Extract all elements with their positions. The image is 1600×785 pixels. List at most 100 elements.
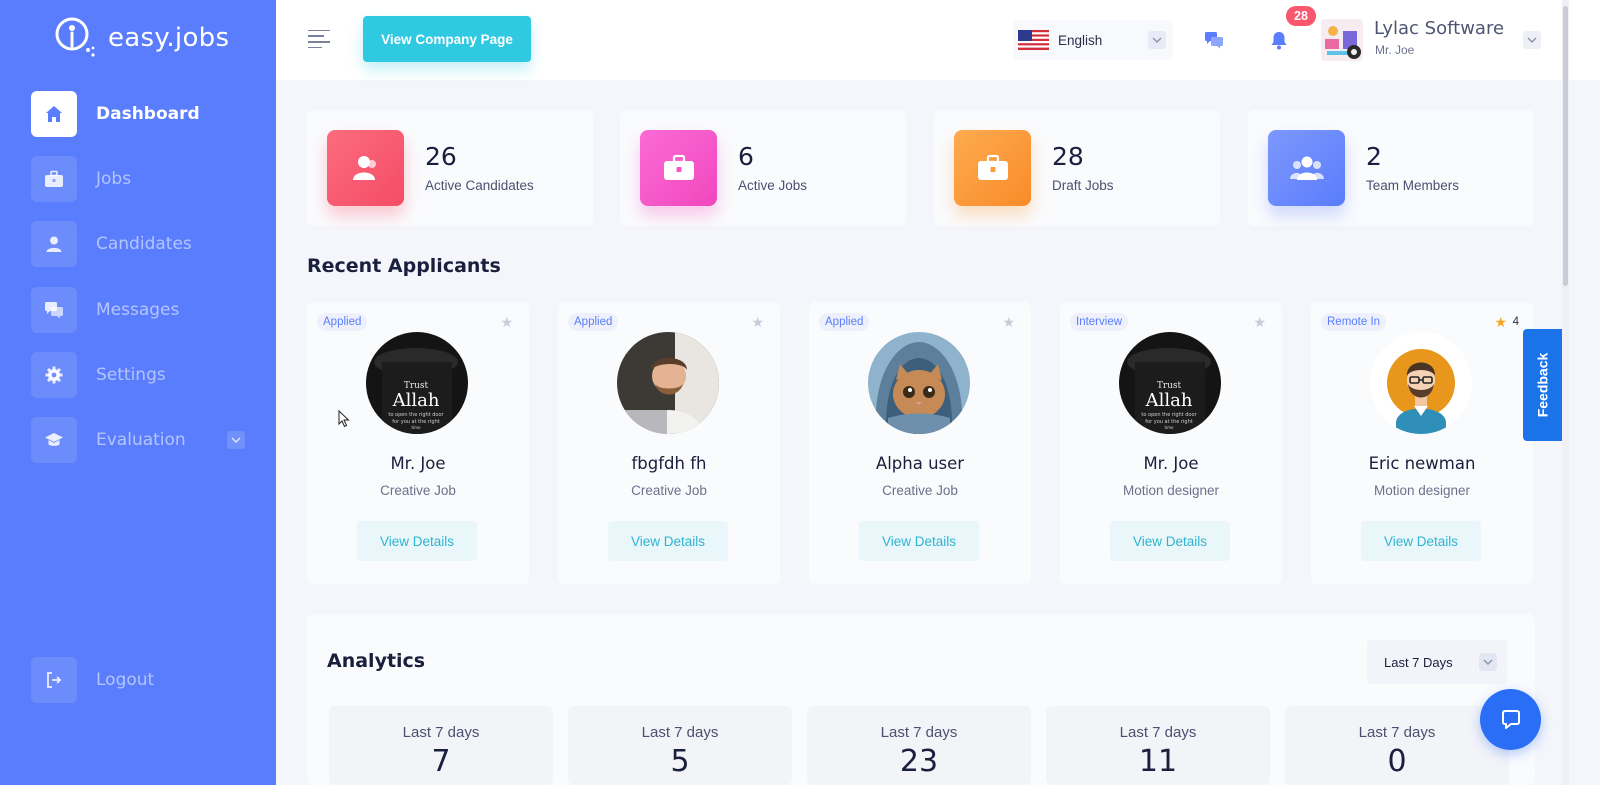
graduation-cap-icon (31, 417, 77, 463)
recent-applicants-title: Recent Applicants (307, 255, 501, 277)
analytics-metric: Last 7 days 0 (1285, 706, 1509, 785)
language-selector[interactable]: English (1013, 20, 1173, 60)
view-details-button[interactable]: View Details (357, 521, 477, 561)
mug-text-line: to open the right door (388, 412, 444, 418)
mouse-cursor-icon (338, 409, 350, 433)
metric-label: Last 7 days (880, 724, 958, 741)
logout-button[interactable]: Logout (31, 657, 245, 703)
sidebar-item-messages[interactable]: Messages (31, 287, 245, 333)
notification-badge: 28 (1286, 6, 1316, 26)
bell-icon[interactable] (1261, 22, 1297, 58)
star-icon[interactable]: ★ (1494, 314, 1507, 331)
scrollbar-thumb[interactable] (1563, 6, 1568, 286)
view-details-button[interactable]: View Details (1361, 521, 1481, 561)
sidebar-item-dashboard[interactable]: Dashboard (31, 91, 245, 137)
briefcase-icon (954, 130, 1031, 206)
applicant-card[interactable]: Interview ★ Trust Allah to open the righ… (1060, 302, 1282, 584)
star-icon[interactable]: ★ (1002, 314, 1015, 331)
applicant-name: Eric newman (1368, 454, 1476, 473)
applicant-job: Creative Job (380, 483, 456, 498)
us-flag-icon (1018, 30, 1049, 50)
stat-card-draft-jobs[interactable]: 28 Draft Jobs (934, 110, 1220, 226)
gear-icon (31, 352, 77, 398)
stat-value: 26 (425, 142, 457, 171)
stat-card-active-jobs[interactable]: 6 Active Jobs (620, 110, 906, 226)
applicant-name: Mr. Joe (1143, 454, 1199, 473)
sidebar-item-label: Settings (96, 365, 166, 385)
feedback-label: Feedback (1534, 352, 1551, 418)
applicant-card[interactable]: Applied ★ Trust Allah to open the right … (307, 302, 529, 584)
sidebar-item-label: Evaluation (96, 430, 186, 450)
stat-value: 6 (738, 142, 754, 171)
sidebar-item-label: Jobs (96, 169, 132, 189)
applicant-avatar: Trust Allah to open the right door for y… (366, 332, 468, 434)
applicant-job: Motion designer (1122, 483, 1220, 498)
chat-bubble-icon (1501, 709, 1520, 729)
applicant-card[interactable]: Applied ★ fbgfdh fh Creative Job View De… (558, 302, 780, 584)
briefcase-icon (31, 156, 77, 202)
status-badge: Applied (317, 313, 368, 331)
sidebar-item-evaluation[interactable]: Evaluation (31, 417, 245, 463)
chat-icon (31, 287, 77, 333)
menu-toggle-icon[interactable] (302, 22, 336, 56)
mug-text-line: to open the right door (1141, 412, 1197, 418)
analytics-title: Analytics (327, 650, 426, 672)
status-badge: Interview (1070, 313, 1129, 331)
applicant-avatar (617, 332, 719, 434)
chevron-down-icon[interactable] (1523, 31, 1541, 49)
applicant-job: Creative Job (631, 483, 707, 498)
metric-value: 23 (899, 744, 939, 779)
status-badge: Remote In (1321, 313, 1387, 331)
stat-label: Active Jobs (738, 178, 808, 193)
briefcase-icon (640, 130, 717, 206)
applicant-name: Mr. Joe (390, 454, 446, 473)
company-avatar[interactable] (1321, 19, 1363, 61)
star-icon[interactable]: ★ (751, 314, 764, 331)
chat-launcher-button[interactable] (1480, 689, 1541, 750)
stat-label: Active Candidates (425, 178, 534, 193)
applicant-avatar: Trust Allah to open the right door for y… (1119, 332, 1221, 434)
logout-label: Logout (96, 670, 155, 690)
metric-value: 7 (431, 744, 451, 779)
stat-label: Draft Jobs (1052, 178, 1114, 193)
brand-name: easy.jobs (108, 23, 230, 53)
view-details-button[interactable]: View Details (859, 521, 979, 561)
logo-icon (54, 16, 98, 60)
star-icon[interactable]: ★ (500, 314, 513, 331)
metric-label: Last 7 days (402, 724, 480, 741)
messages-icon[interactable] (1196, 22, 1232, 58)
users-icon (327, 130, 404, 206)
user-icon (31, 221, 77, 267)
applicant-avatar (868, 332, 970, 434)
applicant-card[interactable]: Applied ★ Alpha user Creative Job View D… (809, 302, 1031, 584)
applicant-avatar (1370, 332, 1472, 434)
chevron-down-icon (1148, 31, 1166, 49)
metric-value: 0 (1387, 744, 1407, 779)
view-details-button[interactable]: View Details (1110, 521, 1230, 561)
applicant-name: Alpha user (875, 454, 965, 473)
metric-value: 5 (670, 744, 690, 779)
mug-text-line: time (411, 425, 421, 430)
stat-card-team-members[interactable]: 2 Team Members (1248, 110, 1534, 226)
chevron-down-icon[interactable] (227, 431, 245, 449)
view-company-page-button[interactable]: View Company Page (363, 16, 531, 62)
mug-text-line: Allah (392, 390, 440, 411)
applicant-card[interactable]: Remote In ★ 4 Eric newman Motion designe… (1311, 302, 1533, 584)
brand-logo[interactable]: easy.jobs (54, 16, 229, 60)
feedback-tab[interactable]: Feedback (1523, 329, 1562, 441)
mug-text-line: time (1164, 425, 1174, 430)
metric-label: Last 7 days (1358, 724, 1436, 741)
applicant-name: fbgfdh fh (631, 454, 707, 473)
view-details-button[interactable]: View Details (608, 521, 728, 561)
stat-card-active-candidates[interactable]: 26 Active Candidates (307, 110, 593, 226)
top-header: View Company Page English 28 Lylac Softw… (276, 0, 1600, 80)
sidebar-item-settings[interactable]: Settings (31, 352, 245, 398)
stat-value: 2 (1366, 142, 1382, 171)
sidebar-item-candidates[interactable]: Candidates (31, 221, 245, 267)
analytics-metric: Last 7 days 5 (568, 706, 792, 785)
sidebar-item-jobs[interactable]: Jobs (31, 156, 245, 202)
analytics-range-select[interactable]: Last 7 Days (1367, 640, 1507, 684)
status-badge: Applied (568, 313, 619, 331)
company-name: Lylac Software (1374, 18, 1505, 39)
star-icon[interactable]: ★ (1253, 314, 1266, 331)
